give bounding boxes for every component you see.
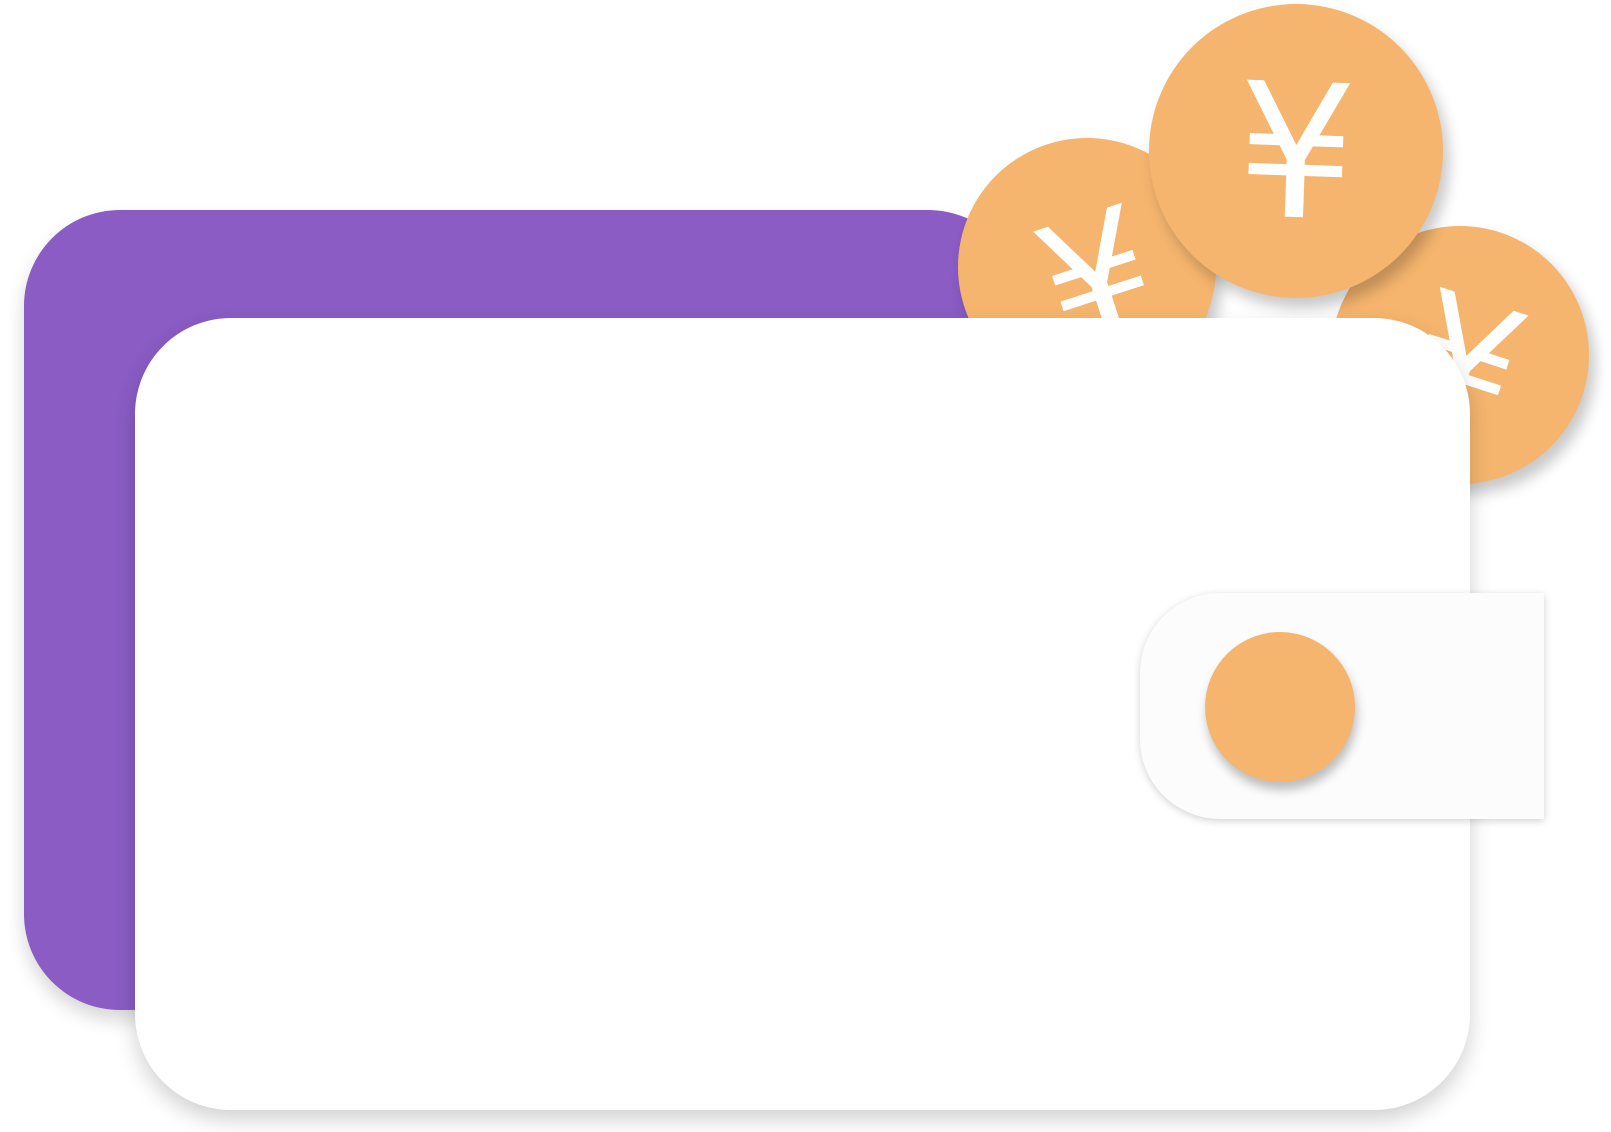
yen-coin-icon: ¥ xyxy=(1149,4,1443,298)
wallet-illustration: ¥ ¥ ¥ xyxy=(0,0,1611,1132)
yen-symbol: ¥ xyxy=(1233,42,1359,263)
clasp-button-icon xyxy=(1205,632,1355,782)
